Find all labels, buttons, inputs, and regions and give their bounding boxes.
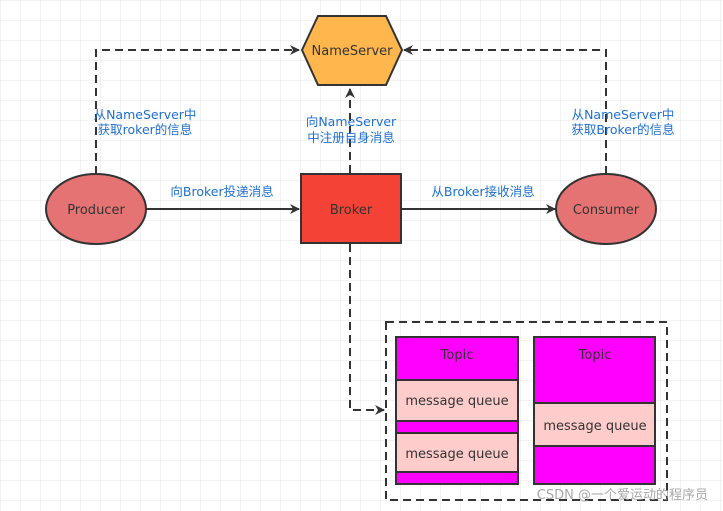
- topic-1[interactable]: Topic message queue message queue: [395, 336, 519, 485]
- nameserver-node[interactable]: NameServer: [300, 15, 404, 86]
- broker-node[interactable]: Broker: [300, 173, 402, 244]
- edge-label: 向NameServer: [306, 114, 397, 129]
- queue-label: message queue: [405, 447, 508, 462]
- consumer-label: Consumer: [573, 203, 640, 218]
- edge-label: 从NameServer中: [572, 107, 675, 122]
- edge-label: 中注册自身消息: [307, 130, 395, 145]
- message-queue[interactable]: message queue: [395, 432, 519, 473]
- edge-label: 获取roker的信息: [98, 122, 193, 137]
- edge-label: 获取Broker的信息: [571, 122, 674, 137]
- broker-label: Broker: [330, 203, 373, 218]
- edge-label: 向Broker投递消息: [170, 184, 273, 199]
- topic-title: Topic: [440, 348, 474, 363]
- edge-label: 从NameServer中: [94, 107, 197, 122]
- producer-label: Producer: [67, 203, 125, 218]
- watermark: CSDN @一个爱运动的程序员: [537, 487, 708, 503]
- topic-title: Topic: [578, 348, 612, 363]
- queue-label: message queue: [405, 394, 508, 409]
- producer-node[interactable]: Producer: [45, 173, 147, 245]
- message-queue[interactable]: message queue: [533, 402, 656, 447]
- rocketmq-architecture-diagram: NameServer Producer Broker Consumer 从Nam…: [0, 0, 723, 511]
- topic-2[interactable]: Topic message queue: [533, 336, 656, 485]
- edge-label: 从Broker接收消息: [431, 184, 534, 199]
- message-queue[interactable]: message queue: [395, 379, 519, 422]
- consumer-node[interactable]: Consumer: [555, 173, 657, 245]
- nameserver-label: NameServer: [312, 44, 394, 59]
- queue-label: message queue: [543, 419, 646, 434]
